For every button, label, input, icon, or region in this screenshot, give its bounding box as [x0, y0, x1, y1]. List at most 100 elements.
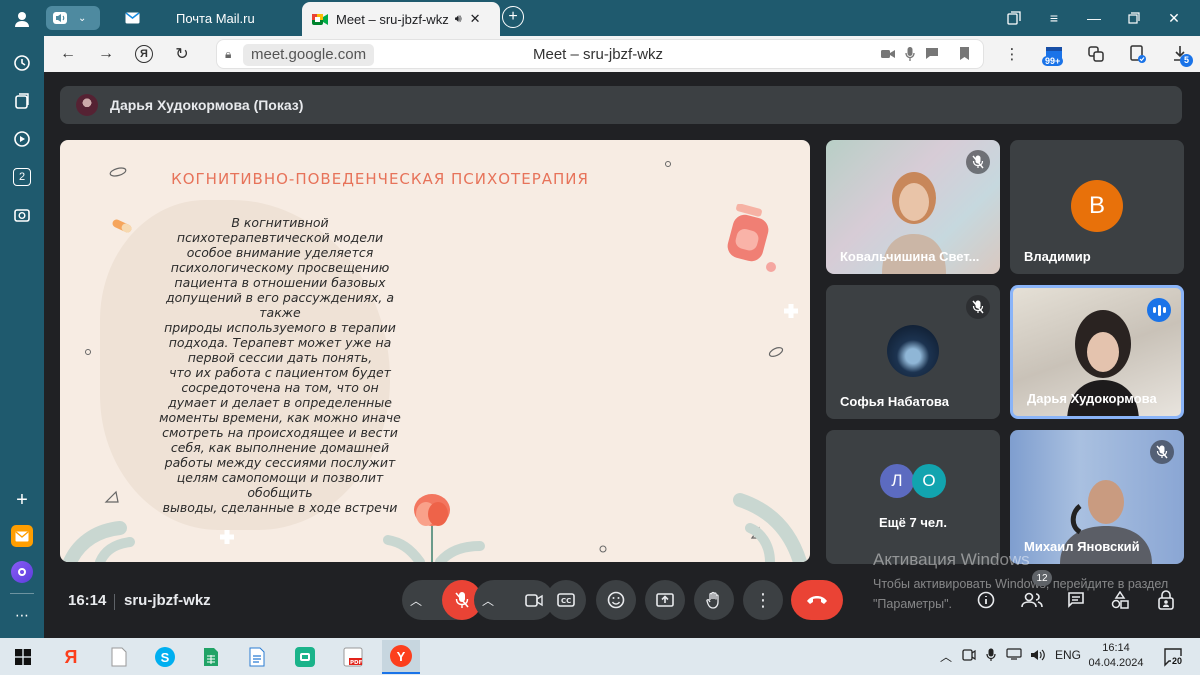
plus-decoration-icon: [220, 530, 234, 544]
yandex-app-icon[interactable]: Я: [56, 642, 86, 672]
meet-tray-icon[interactable]: [962, 648, 976, 665]
start-button[interactable]: [8, 642, 38, 672]
leave-call-button[interactable]: [791, 580, 843, 620]
camera-permission-icon[interactable]: [881, 47, 895, 62]
minimize-icon[interactable]: —: [1074, 0, 1114, 36]
speaker-icon: [53, 12, 67, 24]
slide-title: КОГНИТИВНО-ПОВЕДЕНЧЕСКАЯ ПСИХОТЕРАПИЯ: [171, 170, 589, 188]
lock-icon[interactable]: 🔒︎: [225, 47, 231, 62]
info-icon: [977, 591, 995, 609]
participant-tile[interactable]: Ковальчишина Свет...: [826, 140, 1000, 274]
meeting-clock: 16:14: [68, 592, 107, 609]
add-panel-icon[interactable]: +: [7, 485, 37, 515]
video-options-chevron-icon[interactable]: ︿: [474, 592, 502, 609]
collections-icon[interactable]: [7, 86, 37, 116]
participant-tile[interactable]: Михаил Яновский: [1010, 430, 1184, 564]
more-vertical-icon: ⋮: [754, 589, 772, 610]
captions-button[interactable]: CC: [546, 580, 586, 620]
mic-off-icon: [966, 295, 990, 319]
hand-icon: [706, 591, 719, 609]
alice-assistant-icon[interactable]: [7, 557, 37, 587]
profile-icon[interactable]: [7, 4, 37, 34]
back-icon[interactable]: ←: [52, 38, 84, 70]
people-icon: [1021, 592, 1043, 608]
tab-playing-audio-icon[interactable]: 🔊︎: [455, 13, 462, 26]
restore-icon[interactable]: [1114, 0, 1154, 36]
activities-button[interactable]: [1104, 584, 1136, 616]
microphone-permission-icon[interactable]: [905, 47, 915, 64]
circle-decoration-icon: [665, 161, 671, 167]
meeting-code: sru-jbzf-wkz: [124, 592, 211, 609]
chevron-up-icon[interactable]: ︿: [940, 648, 952, 665]
mail-ru-app-icon[interactable]: [7, 521, 37, 551]
extension-icon[interactable]: [1084, 42, 1108, 66]
spreadsheet-app-icon[interactable]: [196, 642, 226, 672]
reading-list-icon[interactable]: [1126, 42, 1150, 66]
participant-tile-active-speaker[interactable]: Дарья Худокормова: [1010, 285, 1184, 419]
taskbar-clock[interactable]: 16:14 04.04.2024: [1088, 641, 1144, 671]
meeting-details-button[interactable]: [970, 584, 1002, 616]
new-tab-button[interactable]: +: [502, 6, 524, 28]
host-controls-button[interactable]: [1150, 584, 1182, 616]
document-app-icon[interactable]: [242, 642, 272, 672]
audio-options-chevron-icon[interactable]: ︿: [402, 592, 430, 609]
present-screen-button[interactable]: [645, 580, 685, 620]
address-bar-row: ← → Я ↻ 🔒︎ meet.google.com Meet – sru-jb…: [44, 36, 1200, 72]
avatar: [887, 325, 939, 377]
menu-icon[interactable]: ≡: [1034, 0, 1074, 36]
participant-tile[interactable]: В Владимир: [1010, 140, 1184, 274]
meet-window: Дарья Худокормова (Показ) КОГНИТИВНО-ПОВ…: [44, 72, 1200, 638]
participant-name: Софья Набатова: [840, 394, 949, 409]
video-icon[interactable]: [7, 124, 37, 154]
mic-off-icon: [1150, 440, 1174, 464]
presentation-app-icon[interactable]: [290, 642, 320, 672]
tabs-count-icon[interactable]: 2: [7, 162, 37, 192]
chat-icon: [1068, 592, 1084, 608]
tab-audio-group[interactable]: ⌄: [46, 6, 100, 30]
bottom-bar-divider: [114, 594, 115, 610]
close-window-icon[interactable]: ✕: [1154, 0, 1194, 36]
yandex-browser-taskbar-icon[interactable]: Y: [382, 640, 420, 674]
participant-name: Ковальчишина Свет...: [840, 249, 980, 264]
forward-icon[interactable]: →: [90, 38, 122, 70]
bookmark-icon[interactable]: [959, 47, 970, 63]
reload-icon[interactable]: ↻: [166, 38, 198, 70]
microphone-tray-icon[interactable]: [986, 648, 996, 665]
url-domain[interactable]: meet.google.com: [243, 44, 375, 66]
tab-mail[interactable]: Почта Mail.ru: [114, 3, 302, 33]
people-button[interactable]: [1016, 584, 1048, 616]
downloads-icon[interactable]: 5: [1168, 42, 1193, 67]
more-icon[interactable]: ⋯: [7, 600, 37, 630]
tab-meet[interactable]: Meet – sru-jbzf-wkz 🔊︎ ✕: [302, 2, 500, 36]
svg-text:PDF: PDF: [350, 660, 363, 666]
pill-decoration-icon: [768, 347, 784, 357]
chat-icon[interactable]: [925, 47, 939, 63]
avatar: О: [912, 464, 946, 498]
more-vertical-icon[interactable]: ⋮: [1000, 42, 1024, 66]
volume-icon[interactable]: [1030, 648, 1046, 665]
file-app-icon[interactable]: [104, 642, 134, 672]
network-icon[interactable]: [1006, 648, 1022, 663]
side-panel-divider: [10, 593, 34, 594]
pdf-app-icon[interactable]: PDF: [338, 642, 368, 672]
close-tab-icon[interactable]: ✕: [470, 11, 481, 27]
screenshot-icon[interactable]: [7, 200, 37, 230]
notification-center-icon[interactable]: 20: [1158, 642, 1188, 672]
raise-hand-button[interactable]: [694, 580, 734, 620]
mail-icon: [124, 10, 140, 26]
calendar-extension-icon[interactable]: 99+: [1042, 42, 1066, 66]
yandex-icon[interactable]: Я: [128, 38, 160, 70]
avatar: [76, 94, 98, 116]
tab-manager-icon[interactable]: [994, 0, 1034, 36]
participant-tile[interactable]: Софья Набатова: [826, 285, 1000, 419]
more-options-button[interactable]: ⋮: [743, 580, 783, 620]
more-participants-tile[interactable]: Л О Ещё 7 чел.: [826, 430, 1000, 564]
reactions-button[interactable]: [596, 580, 636, 620]
svg-text:CC: CC: [561, 597, 571, 605]
address-bar[interactable]: 🔒︎ meet.google.com Meet – sru-jbzf-wkz: [216, 39, 984, 69]
google-meet-icon: [312, 11, 328, 27]
skype-app-icon[interactable]: S: [150, 642, 180, 672]
history-icon[interactable]: [7, 48, 37, 78]
input-language[interactable]: ENG: [1055, 648, 1081, 662]
chat-button[interactable]: [1060, 584, 1092, 616]
